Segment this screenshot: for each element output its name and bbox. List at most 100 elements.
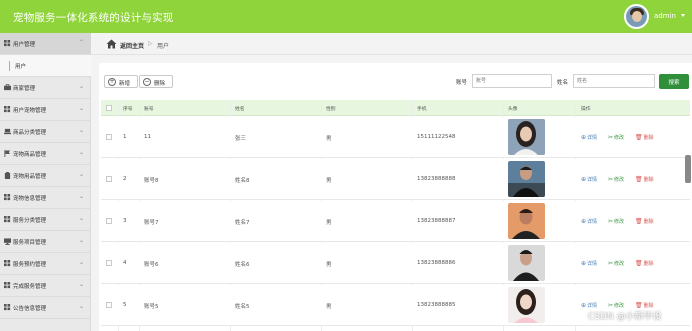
cell-name: 姓名6 <box>235 262 250 268</box>
admin-username[interactable]: admin <box>654 12 676 20</box>
sidebar-item-user-pet[interactable]: 用户宠物管理 ⌄ <box>0 99 91 121</box>
delete-button-label: 删除 <box>154 81 166 87</box>
laptop-icon <box>4 128 11 135</box>
cell-account: 账号8 <box>144 178 159 184</box>
delete-row-button[interactable]: 🗑删除 <box>635 176 654 183</box>
chevron-down-icon: ⌄ <box>79 193 85 200</box>
breadcrumb: 返回主页 ▷ 用户 <box>91 33 692 55</box>
wrench-icon: ✂ <box>608 218 614 225</box>
table-row[interactable]: 2 账号8 姓名8 男 13823888888 ⊕详情 ✂修改 🗑删除 <box>101 159 690 200</box>
clipboard-icon <box>4 172 11 179</box>
grid-icon <box>4 216 11 223</box>
cell-index: 2 <box>123 176 127 182</box>
sidebar-item-pet-supplies[interactable]: 宠物用品管理 ⌄ <box>0 165 91 187</box>
add-button[interactable]: + 新增 <box>104 75 138 88</box>
row-checkbox[interactable] <box>106 302 112 308</box>
cell-gender: 男 <box>326 262 332 268</box>
home-icon[interactable] <box>106 39 117 49</box>
wrench-icon: ✂ <box>608 260 614 267</box>
sidebar-item-goods-category[interactable]: 商品分类管理 ⌄ <box>0 121 91 143</box>
chevron-down-icon: ⌄ <box>79 259 85 266</box>
sidebar-item-user-management[interactable]: 用户管理 ⌃ <box>0 33 91 55</box>
trash-icon: 🗑 <box>635 260 643 267</box>
table-header: 序号 账号 姓名 性别 手机 头像 操作 <box>101 100 690 116</box>
man-avatar <box>508 245 545 281</box>
sidebar-item-label: 商家管理 <box>13 86 36 92</box>
woman-avatar <box>508 287 545 323</box>
chevron-down-icon[interactable] <box>681 14 685 17</box>
chevron-down-icon: ⌄ <box>79 105 85 112</box>
table-row[interactable]: 3 账号7 姓名7 男 13823888887 ⊕详情 ✂修改 🗑删除 <box>101 201 690 242</box>
sidebar-item-label: 服务预约管理 <box>13 262 47 268</box>
trash-icon: 🗑 <box>635 176 643 183</box>
detail-button[interactable]: ⊕详情 <box>581 260 597 267</box>
edit-button[interactable]: ✂修改 <box>608 260 624 267</box>
delete-button[interactable]: − 删除 <box>139 75 173 88</box>
column-header-actions: 操作 <box>581 107 591 112</box>
admin-avatar[interactable] <box>624 4 649 29</box>
edit-button[interactable]: ✂修改 <box>608 134 624 141</box>
select-all-checkbox[interactable] <box>106 105 112 111</box>
delete-row-button[interactable]: 🗑删除 <box>635 260 654 267</box>
man-avatar <box>508 161 545 197</box>
sidebar-item-pet-goods[interactable]: 宠物商品管理 ⌄ <box>0 143 91 165</box>
row-checkbox[interactable] <box>106 176 112 182</box>
column-header-account[interactable]: 账号 <box>144 105 154 112</box>
sidebar-item-pet-info[interactable]: 宠物信息管理 ⌄ <box>0 187 91 209</box>
delete-row-button[interactable]: 🗑删除 <box>635 302 654 309</box>
grid-icon <box>4 40 11 47</box>
content-panel: + 新增 − 删除 账号 姓名 搜索 序号 账号 姓名 性别 手机 头像 操作 … <box>99 63 692 331</box>
column-header-phone[interactable]: 手机 <box>417 105 427 112</box>
chevron-down-icon: ⌄ <box>79 127 85 134</box>
search-icon: ⊕ <box>581 260 587 267</box>
cell-name: 姓名7 <box>235 220 250 226</box>
detail-button[interactable]: ⊕详情 <box>581 134 597 141</box>
column-header-gender[interactable]: 性别 <box>326 105 336 112</box>
cell-index: 3 <box>123 218 127 224</box>
column-header-name[interactable]: 姓名 <box>235 105 245 112</box>
edit-button[interactable]: ✂修改 <box>608 302 624 309</box>
sidebar-item-completed-service[interactable]: 完成服务管理 ⌄ <box>0 275 91 297</box>
wrench-icon: ✂ <box>608 302 614 309</box>
vertical-scrollbar[interactable] <box>685 155 691 183</box>
sidebar-item-service-category[interactable]: 服务分类管理 ⌄ <box>0 209 91 231</box>
cell-gender: 男 <box>326 220 332 226</box>
minus-icon: − <box>143 78 151 86</box>
sidebar-item-label: 用户宠物管理 <box>13 108 47 114</box>
edit-button[interactable]: ✂修改 <box>608 176 624 183</box>
delete-row-button[interactable]: 🗑删除 <box>635 218 654 225</box>
delete-row-button[interactable]: 🗑删除 <box>635 134 654 141</box>
chevron-down-icon: ⌄ <box>79 281 85 288</box>
cell-gender: 男 <box>326 136 332 142</box>
row-checkbox[interactable] <box>106 260 112 266</box>
sidebar-item-service-booking[interactable]: 服务预约管理 ⌄ <box>0 253 91 275</box>
sidebar-item-merchant[interactable]: 商家管理 ⌄ <box>0 77 91 99</box>
table-row[interactable]: 4 账号6 姓名6 男 13823888886 ⊕详情 ✂修改 🗑删除 <box>101 243 690 284</box>
wrench-icon: ✂ <box>608 176 614 183</box>
edit-button[interactable]: ✂修改 <box>608 218 624 225</box>
breadcrumb-home-link[interactable]: 返回主页 <box>120 41 144 50</box>
cell-account: 账号7 <box>144 220 159 226</box>
column-header-index[interactable]: 序号 <box>123 105 133 112</box>
sidebar-item-announcement[interactable]: 公告信息管理 ⌄ <box>0 297 91 319</box>
detail-button[interactable]: ⊕详情 <box>581 218 597 225</box>
trash-icon: 🗑 <box>635 218 643 225</box>
cell-account: 账号6 <box>144 262 159 268</box>
row-checkbox[interactable] <box>106 134 112 140</box>
sidebar-subitem-user[interactable]: 用户 <box>0 55 91 77</box>
detail-button[interactable]: ⊕详情 <box>581 302 597 309</box>
chevron-down-icon: ⌄ <box>79 149 85 156</box>
table-row[interactable]: 1 11 张三 男 15111122548 ⊕详情 ✂修改 🗑删除 <box>101 117 690 158</box>
row-checkbox[interactable] <box>106 218 112 224</box>
cell-gender: 男 <box>326 304 332 310</box>
briefcase-icon <box>4 84 11 91</box>
search-account-input[interactable] <box>472 74 552 88</box>
search-button[interactable]: 搜索 <box>659 74 689 89</box>
cell-name: 姓名8 <box>235 178 250 184</box>
cell-index: 4 <box>123 260 127 266</box>
sidebar-item-service-project[interactable]: 服务项目管理 ⌄ <box>0 231 91 253</box>
detail-button[interactable]: ⊕详情 <box>581 176 597 183</box>
search-icon: ⊕ <box>581 176 587 183</box>
cell-phone: 13823888887 <box>417 218 456 224</box>
search-name-input[interactable] <box>573 74 655 88</box>
